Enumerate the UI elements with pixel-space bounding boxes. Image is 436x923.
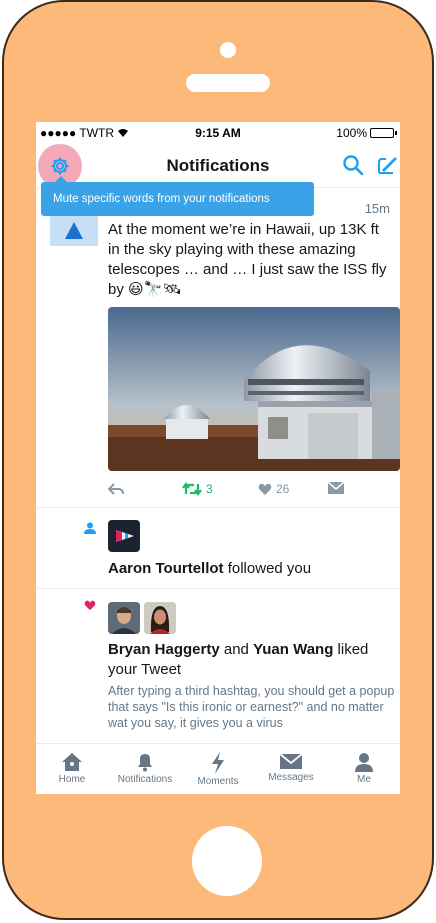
person-photo [144,602,176,634]
speaker-grille [186,74,270,92]
like-notification-text: Bryan Haggerty and Yuan Wang liked your … [108,641,369,678]
divider [36,588,400,589]
status-bar: ●●●●● TWTR 9:15 AM 100% [36,122,400,142]
compose-icon[interactable] [376,154,398,176]
mountain-icon [65,222,83,239]
liker-name-1[interactable]: Bryan Haggerty [108,641,220,658]
liker-name-2[interactable]: Yuan Wang [253,641,333,658]
tweet-actions: 3 26 [108,482,388,502]
follower-name[interactable]: Aaron Tourtellot [108,560,224,577]
follower-avatar[interactable] [108,520,140,552]
tab-bar: Home Notifications Moments Messages Me [36,743,400,794]
bell-icon [138,754,152,772]
battery-icon [370,128,397,138]
direct-message-button[interactable] [328,482,344,494]
tab-moments[interactable]: Moments [182,744,254,794]
envelope-icon [280,753,302,769]
tab-messages[interactable]: Messages [255,744,327,794]
retweet-count: 3 [206,482,213,496]
tweet-timestamp: 15m [364,201,390,216]
tweet-media-observatory[interactable] [108,307,400,471]
person-follow-icon [84,522,96,534]
phone-screen: ●●●●● TWTR 9:15 AM 100% Notifications 15… [36,122,400,794]
heart-like-icon [84,600,96,611]
tweet-text: At the moment we’re in Hawaii, up 13K ft… [108,221,387,298]
home-icon [62,753,82,771]
reply-button[interactable] [108,482,124,496]
home-hardware-button[interactable] [192,826,262,896]
envelope-icon [328,482,344,494]
person-photo [108,602,140,634]
tab-notifications[interactable]: Notifications [109,744,181,794]
pennant-icon [116,530,134,542]
avatar-yuan-wang[interactable] [144,602,176,634]
person-icon [355,753,373,772]
camera-dot [220,42,236,58]
tweet-emoji: 😃🔭🛰 [128,281,182,298]
follow-notification-text: Aaron Tourtellot followed you [108,560,312,577]
like-count: 26 [276,482,290,496]
heart-icon [258,483,272,495]
retweet-icon [182,482,202,496]
liked-tweet-preview[interactable]: After typing a third hashtag, you should… [108,683,396,731]
observatory-image [108,307,400,471]
battery-indicator: 100% [336,126,397,140]
tab-home[interactable]: Home [36,744,108,794]
reply-icon [108,483,124,495]
divider [36,507,400,508]
retweet-button[interactable]: 3 [182,482,213,496]
user-avatar[interactable] [50,214,98,246]
tab-me[interactable]: Me [328,744,400,794]
battery-percent: 100% [336,126,367,140]
avatar-bryan-haggerty[interactable] [108,602,140,634]
mute-words-tooltip[interactable]: Mute specific words from your notificati… [41,176,314,216]
like-button[interactable]: 26 [258,482,289,496]
lightning-icon [212,752,224,774]
search-icon[interactable] [342,154,364,176]
